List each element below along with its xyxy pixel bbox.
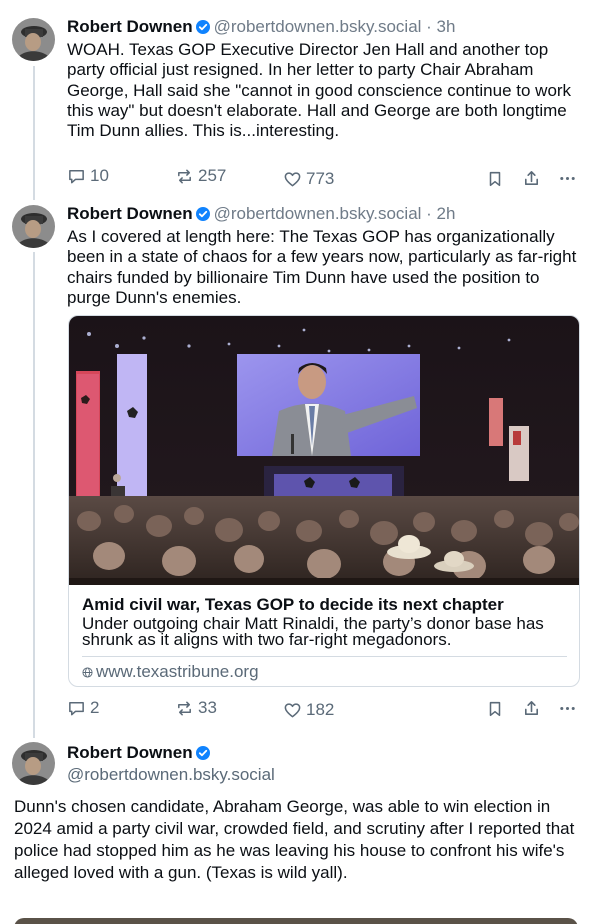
reply-count: 2 bbox=[90, 698, 100, 717]
repost-arrows-icon bbox=[178, 701, 191, 715]
card-domain[interactable]: www.texastribune.org bbox=[82, 662, 259, 682]
post-3[interactable]: Robert Downen @robertdownen.bsky.social … bbox=[0, 738, 592, 924]
share-icon bbox=[524, 171, 539, 186]
reply-button[interactable]: 2 bbox=[67, 698, 99, 718]
link-card[interactable]: Amid civil war, Texas GOP to decide its … bbox=[68, 315, 580, 687]
bookmark-button[interactable] bbox=[486, 170, 504, 188]
card-title[interactable]: Amid civil war, Texas GOP to decide its … bbox=[82, 595, 504, 615]
post-text: WOAH. Texas GOP Executive Director Jen H… bbox=[67, 40, 572, 141]
bookmark-icon bbox=[489, 171, 501, 187]
heart-icon bbox=[284, 171, 301, 186]
post-text: Dunn's chosen candidate, Abraham George,… bbox=[14, 797, 575, 882]
card-divider bbox=[82, 656, 567, 657]
post-actions: 2 33 182 bbox=[67, 698, 579, 722]
thread-line bbox=[33, 252, 35, 738]
avatar[interactable] bbox=[12, 742, 55, 785]
repost-button[interactable]: 33 bbox=[175, 698, 217, 718]
more-dots-icon bbox=[560, 706, 575, 711]
post-time[interactable]: · 2h bbox=[426, 204, 455, 223]
share-icon bbox=[524, 701, 539, 716]
post-1[interactable]: Robert Downen @robertdownen.bsky.social ·… bbox=[0, 0, 592, 200]
like-count: 773 bbox=[306, 169, 335, 188]
repost-count: 257 bbox=[198, 166, 227, 185]
more-dots-icon bbox=[560, 176, 575, 181]
post-time[interactable]: · 3h bbox=[426, 17, 455, 36]
repost-arrows-icon bbox=[178, 169, 191, 183]
verified-badge-icon bbox=[195, 745, 210, 765]
card-description: Under outgoing chair Matt Rinaldi, the p… bbox=[82, 614, 544, 649]
author-handle[interactable]: @robertdownen.bsky.social bbox=[214, 204, 422, 223]
card-domain-text: www.texastribune.org bbox=[96, 662, 259, 681]
author-handle[interactable]: @robertdownen.bsky.social bbox=[214, 17, 422, 36]
like-count: 182 bbox=[306, 700, 335, 719]
globe-icon bbox=[82, 666, 93, 678]
author-name[interactable]: Robert Downen bbox=[67, 17, 193, 36]
repost-count: 33 bbox=[198, 698, 217, 717]
share-button[interactable] bbox=[522, 169, 541, 188]
card-thumbnail bbox=[69, 316, 579, 585]
author-name[interactable]: Robert Downen bbox=[67, 743, 214, 765]
thread-line bbox=[33, 66, 35, 200]
reply-bubble-icon bbox=[69, 701, 84, 715]
bookmark-icon bbox=[489, 701, 501, 717]
like-button[interactable]: 182 bbox=[283, 700, 334, 720]
post-header: Robert Downen @robertdownen.bsky.social ·… bbox=[67, 204, 455, 226]
media-preview[interactable] bbox=[14, 918, 578, 924]
more-options-button[interactable] bbox=[558, 169, 577, 188]
author-name[interactable]: Robert Downen bbox=[67, 204, 193, 223]
verified-badge-icon bbox=[195, 206, 210, 226]
author-handle[interactable]: @robertdownen.bsky.social bbox=[67, 765, 275, 785]
reply-button[interactable]: 10 bbox=[67, 166, 109, 186]
heart-icon bbox=[284, 702, 301, 717]
repost-button[interactable]: 257 bbox=[175, 166, 226, 186]
reply-count: 10 bbox=[90, 166, 109, 185]
avatar[interactable] bbox=[12, 205, 55, 248]
avatar[interactable] bbox=[12, 18, 55, 61]
more-options-button[interactable] bbox=[558, 699, 577, 718]
share-button[interactable] bbox=[522, 699, 541, 718]
post-header: Robert Downen @robertdownen.bsky.social ·… bbox=[67, 17, 455, 39]
like-button[interactable]: 773 bbox=[283, 169, 334, 189]
bookmark-button[interactable] bbox=[486, 700, 504, 718]
post-text: As I covered at length here: The Texas G… bbox=[67, 227, 577, 307]
verified-badge-icon bbox=[195, 19, 210, 39]
post-actions: 10 257 773 bbox=[67, 166, 579, 190]
reply-bubble-icon bbox=[69, 169, 84, 183]
